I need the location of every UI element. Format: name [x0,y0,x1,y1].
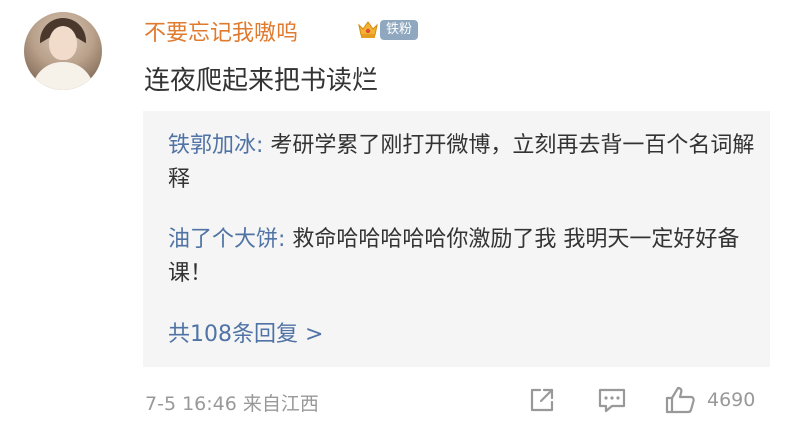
like-icon[interactable] [664,384,698,416]
post-text: 连夜爬起来把书读烂 [144,66,379,96]
post-meta: 7-5 16:46 来自江西 [145,389,319,416]
reply-box: 铁郭加冰: 考研学累了刚打开微博，立刻再去背一百个名词解释 油了个大饼: 救命哈… [143,111,770,367]
comment-icon[interactable] [596,384,628,416]
avatar[interactable] [24,12,102,90]
username[interactable]: 不要忘记我嗷呜 [144,15,298,47]
reply-author[interactable]: 油了个大饼: [168,227,285,252]
reply-item[interactable]: 铁郭加冰: 考研学累了刚打开微博，立刻再去背一百个名词解释 [168,129,758,197]
reply-item[interactable]: 油了个大饼: 救命哈哈哈哈哈你激励了我 我明天一定好好备课！ [168,223,758,291]
avatar-face [49,26,77,60]
like-count: 4690 [707,389,756,411]
share-icon[interactable] [526,384,558,416]
avatar-body [32,62,94,90]
more-replies-link[interactable]: 共108条回复 > [168,316,323,348]
reply-author[interactable]: 铁郭加冰: [168,133,263,158]
crown-icon [358,21,378,38]
timestamp: 7-5 16:46 [145,393,237,415]
location: 来自江西 [242,393,319,415]
fan-badge: 铁粉 [380,20,419,40]
